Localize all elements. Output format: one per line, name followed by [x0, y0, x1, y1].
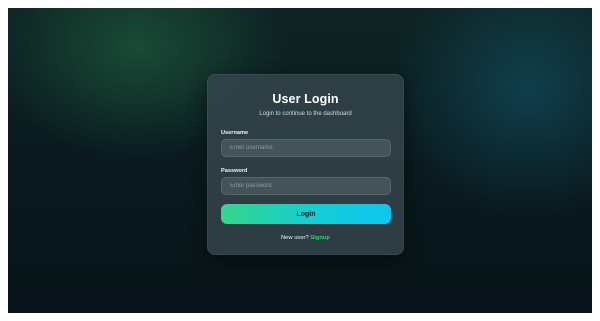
signup-prompt: New user? — [281, 235, 311, 241]
signup-link[interactable]: Signup — [310, 235, 330, 241]
username-input[interactable] — [221, 139, 391, 157]
username-label: Username — [221, 130, 249, 136]
login-card: User Login Login to continue to the dash… — [207, 74, 404, 255]
login-title: User Login — [272, 92, 339, 106]
login-button[interactable]: Login — [221, 204, 391, 224]
signup-row: New user? Signup — [208, 235, 403, 241]
password-input[interactable] — [221, 177, 391, 195]
login-subtitle: Login to continue to the dashboard — [259, 111, 352, 117]
page-background: User Login Login to continue to the dash… — [8, 8, 592, 313]
password-label: Password — [221, 168, 248, 174]
